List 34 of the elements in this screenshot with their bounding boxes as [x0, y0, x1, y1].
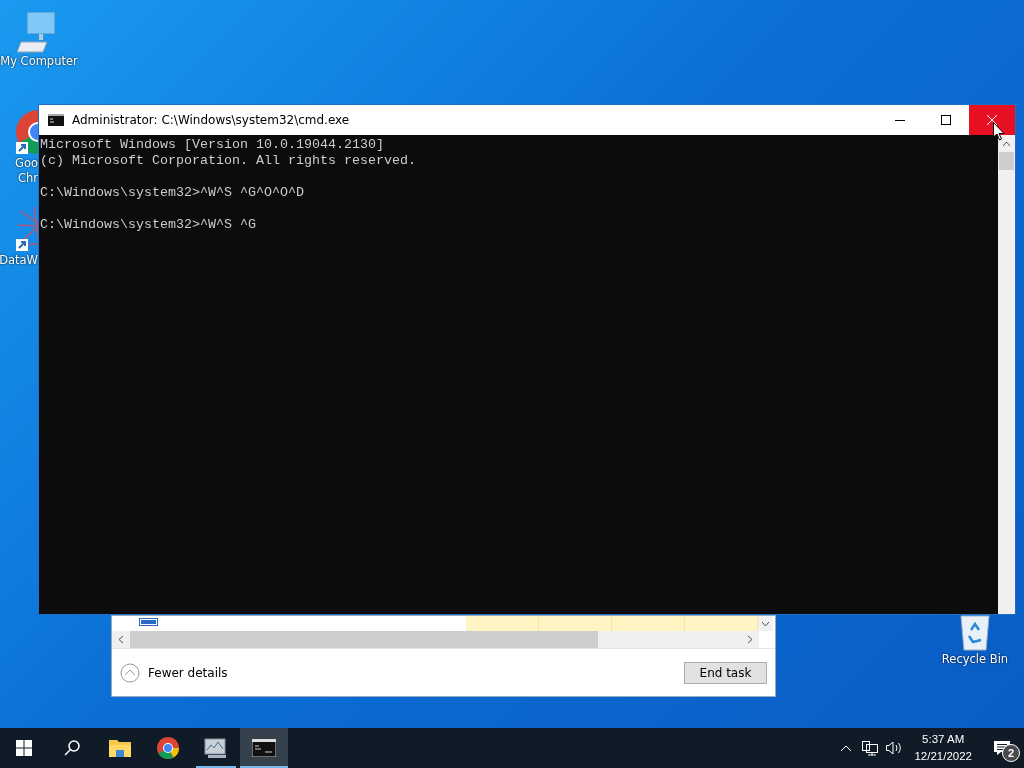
close-icon	[987, 115, 997, 125]
icon-label: Chr	[17, 171, 38, 186]
icon-label: Recycle Bin	[941, 652, 1009, 667]
console-line: C:\Windows\system32>^W^S ^G	[40, 217, 257, 233]
console-line: Microsoft Windows [Version 10.0.19044.2130]	[40, 137, 385, 153]
fewer-details-toggle[interactable]: Fewer details	[120, 662, 228, 683]
icon-label: My Computer	[0, 54, 78, 69]
horizontal-scrollbar[interactable]	[112, 631, 759, 648]
terminal-icon	[48, 114, 64, 126]
console-line: (c) Microsoft Corporation. All rights reserved.	[40, 153, 417, 169]
window-title: Administrator: C:\Windows\system32\cmd.exe	[71, 113, 351, 127]
cursor-icon	[993, 122, 1005, 141]
scroll-thumb[interactable]	[999, 152, 1014, 170]
notification-count: 2	[1002, 744, 1020, 762]
chrome-icon	[156, 736, 180, 760]
icon-label: Goo	[15, 156, 38, 171]
chevron-up-circle-icon	[120, 662, 140, 683]
taskbar-button[interactable]	[240, 728, 288, 768]
windows-logo-icon	[16, 740, 32, 756]
end-task-button[interactable]: End task	[684, 661, 767, 684]
process-icon	[140, 619, 157, 625]
notification-button[interactable]: 2	[980, 728, 1024, 768]
folder-icon	[109, 739, 131, 757]
scroll-right-icon[interactable]	[747, 635, 753, 644]
maximize-icon	[941, 115, 951, 125]
search-icon	[64, 740, 80, 756]
clock[interactable]: 5:37 AM 12/21/2022	[906, 731, 980, 765]
scroll-left-icon[interactable]	[118, 635, 124, 644]
vertical-scrollbar[interactable]	[998, 135, 1015, 614]
scroll-down-icon[interactable]	[758, 616, 773, 631]
icon-label: DataW	[0, 253, 38, 268]
monitor-chart-icon	[204, 737, 228, 759]
terminal-icon	[252, 739, 276, 757]
console-line: C:\Windows\system32>^W^S ^G^O^O^D	[40, 185, 305, 201]
